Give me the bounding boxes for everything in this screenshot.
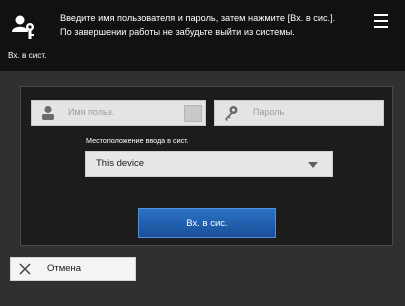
location-value: This device	[96, 158, 145, 169]
location-label: Местоположение ввода в сист.	[86, 136, 189, 145]
cancel-button[interactable]: Отмена	[10, 257, 136, 281]
user-icon	[42, 106, 54, 120]
header-subtitle: Вх. в сист.	[8, 51, 47, 60]
chevron-down-icon	[308, 162, 318, 168]
header: Введите имя пользователя и пароль, затем…	[0, 0, 405, 71]
username-placeholder: Имя польз.	[68, 107, 115, 117]
password-placeholder: Пароль	[253, 107, 285, 117]
header-message-line1: Введите имя пользователя и пароль, затем…	[60, 13, 336, 23]
header-message-line2: По завершении работы не забудьте выйти и…	[60, 27, 295, 37]
keyboard-button[interactable]	[184, 105, 202, 122]
hamburger-menu-icon[interactable]	[374, 14, 388, 28]
location-select[interactable]: This device	[85, 151, 333, 177]
header-message: Введите имя пользователя и пароль, затем…	[60, 11, 380, 39]
username-field[interactable]: Имя польз.	[31, 100, 206, 126]
login-button[interactable]: Вх. в сис.	[138, 208, 276, 238]
users-key-icon	[12, 15, 34, 39]
password-field[interactable]: Пароль	[214, 100, 384, 126]
key-icon	[225, 106, 238, 121]
close-icon	[19, 263, 31, 275]
login-panel: Имя польз. Пароль Местоположение ввода в…	[20, 86, 393, 246]
cancel-label: Отмена	[47, 263, 82, 274]
